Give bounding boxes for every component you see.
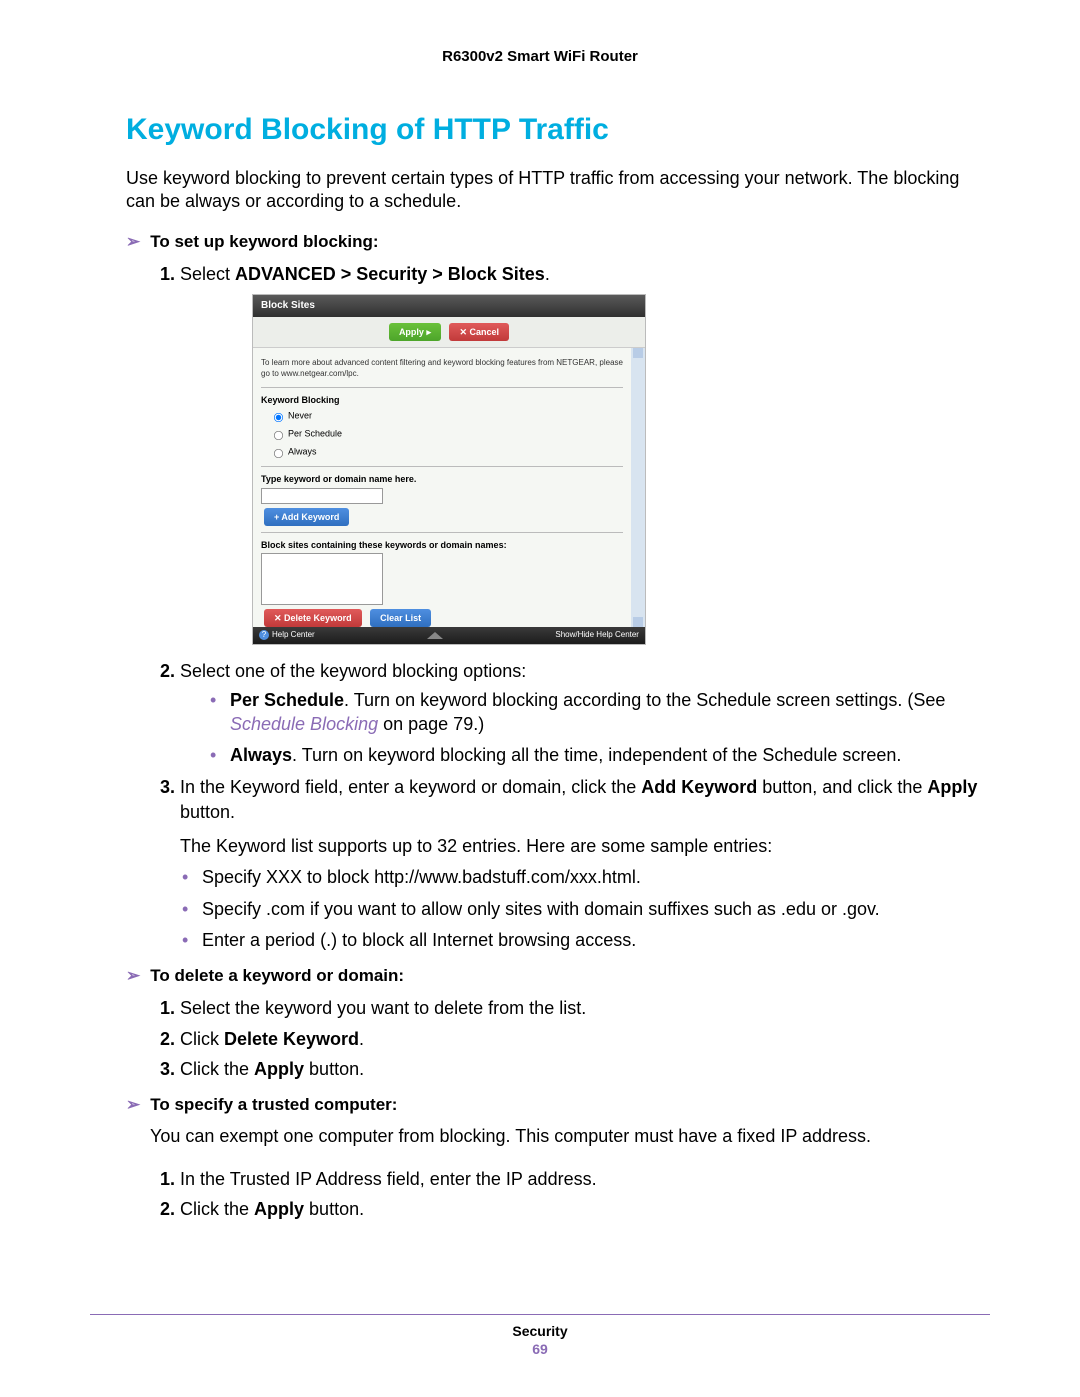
- procedure-delete-heading: To delete a keyword or domain:: [90, 966, 990, 986]
- block-sites-screenshot: Block Sites Apply ▸ ✕ Cancel To learn mo…: [252, 294, 646, 645]
- procedure-trusted-steps: In the Trusted IP Address field, enter t…: [90, 1167, 990, 1222]
- procedure-trusted-heading: To specify a trusted computer:: [90, 1095, 990, 1115]
- intro-paragraph: Use keyword blocking to prevent certain …: [90, 167, 990, 214]
- sample-entry: Specify .com if you want to allow only s…: [182, 898, 990, 921]
- procedure-setup-heading: To set up keyword blocking:: [90, 232, 990, 252]
- step-click-delete: Click Delete Keyword.: [180, 1027, 990, 1051]
- panel-toolbar: Apply ▸ ✕ Cancel: [253, 317, 645, 348]
- block-list-label: Block sites containing these keywords or…: [261, 539, 623, 551]
- footer-page-number: 69: [90, 1341, 990, 1357]
- keyword-input[interactable]: [261, 488, 383, 504]
- page-title: Keyword Blocking of HTTP Traffic: [90, 113, 990, 147]
- radio-per-schedule[interactable]: Per Schedule: [267, 426, 623, 442]
- step-enter-keyword: In the Keyword field, enter a keyword or…: [180, 775, 990, 952]
- running-header: R6300v2 Smart WiFi Router: [90, 48, 990, 65]
- option-always: Always. Turn on keyword blocking all the…: [210, 744, 990, 767]
- sample-entry: Specify XXX to block http://www.badstuff…: [182, 866, 990, 889]
- procedure-delete-steps: Select the keyword you want to delete fr…: [90, 996, 990, 1081]
- expand-chevron-icon[interactable]: [427, 632, 443, 639]
- show-hide-help-link[interactable]: Show/Hide Help Center: [555, 630, 639, 641]
- trusted-intro: You can exempt one computer from blockin…: [90, 1125, 990, 1148]
- radio-never[interactable]: Never: [267, 408, 623, 424]
- document-page: R6300v2 Smart WiFi Router Keyword Blocki…: [0, 0, 1080, 1397]
- page-footer: Security 69: [90, 1314, 990, 1357]
- step-select-option: Select one of the keyword blocking optio…: [180, 659, 990, 767]
- step-click-apply: Click the Apply button.: [180, 1057, 990, 1081]
- keyword-list[interactable]: [261, 553, 383, 605]
- add-keyword-button[interactable]: + Add Keyword: [264, 508, 349, 526]
- info-note: To learn more about advanced content fil…: [261, 354, 623, 389]
- type-keyword-label: Type keyword or domain name here.: [261, 473, 623, 485]
- delete-keyword-button[interactable]: ✕ Delete Keyword: [264, 609, 362, 627]
- step-click-apply-trusted: Click the Apply button.: [180, 1197, 990, 1221]
- option-per-schedule: Per Schedule. Turn on keyword blocking a…: [210, 689, 990, 736]
- procedure-setup-steps: Select ADVANCED > Security > Block Sites…: [90, 262, 990, 953]
- apply-button[interactable]: Apply ▸: [389, 323, 441, 341]
- scrollbar[interactable]: [631, 348, 645, 627]
- clear-list-button[interactable]: Clear List: [370, 609, 431, 627]
- radio-always[interactable]: Always: [267, 444, 623, 460]
- step-select-path: Select ADVANCED > Security > Block Sites…: [180, 262, 990, 645]
- help-center-link[interactable]: ?Help Center: [259, 630, 315, 641]
- step-enter-ip: In the Trusted IP Address field, enter t…: [180, 1167, 990, 1191]
- step-select-keyword: Select the keyword you want to delete fr…: [180, 996, 990, 1020]
- keyword-list-note: The Keyword list supports up to 32 entri…: [180, 834, 990, 858]
- panel-footer: ?Help Center Show/Hide Help Center: [253, 627, 645, 644]
- cancel-button[interactable]: ✕ Cancel: [449, 323, 509, 341]
- footer-section-name: Security: [90, 1323, 990, 1339]
- schedule-blocking-xref[interactable]: Schedule Blocking: [230, 714, 378, 734]
- keyword-blocking-label: Keyword Blocking: [261, 394, 623, 406]
- panel-title: Block Sites: [253, 295, 645, 317]
- sample-entry: Enter a period (.) to block all Internet…: [182, 929, 990, 952]
